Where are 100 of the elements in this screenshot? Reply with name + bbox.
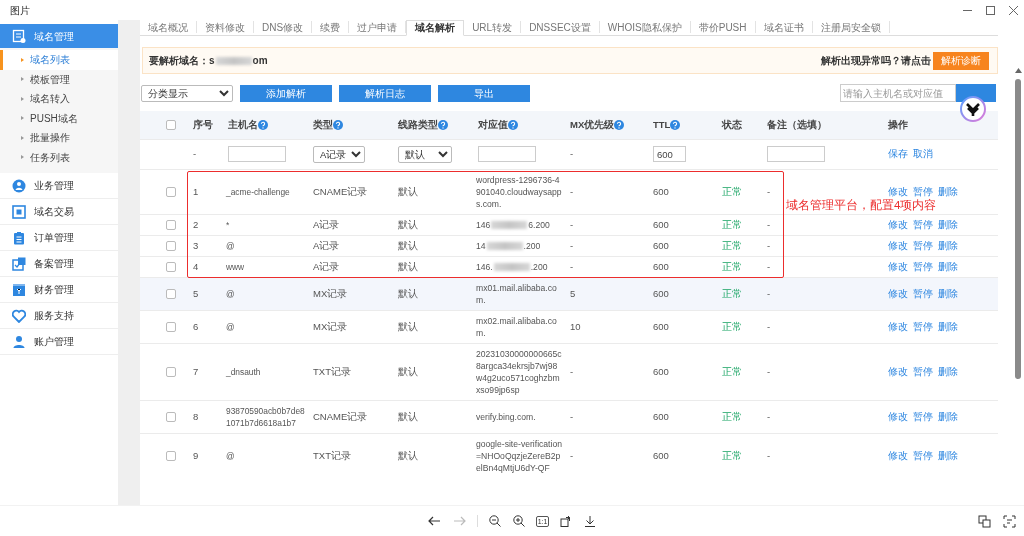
action-button[interactable]: 导出 [438, 84, 530, 102]
table-cell: 5 [570, 287, 576, 299]
help-icon[interactable] [614, 120, 625, 131]
action-link[interactable]: 修改 [888, 449, 908, 461]
checkbox[interactable] [166, 262, 176, 272]
help-icon[interactable] [508, 120, 518, 131]
action-link[interactable]: 删除 [938, 320, 958, 332]
close-icon[interactable] [1009, 5, 1018, 15]
checkbox[interactable] [166, 289, 176, 299]
tab[interactable]: 域名证书 [755, 21, 813, 33]
action-link[interactable]: 删除 [938, 239, 958, 251]
action-link[interactable]: 暂停 [913, 239, 933, 251]
action-link[interactable]: 取消 [913, 148, 933, 159]
input-field[interactable] [228, 146, 286, 162]
table-cell: 默认 [398, 410, 418, 422]
table-cell: - [570, 218, 574, 230]
dropdown[interactable]: A记录 [313, 145, 365, 163]
action-link[interactable]: 保存 [888, 148, 908, 159]
action-link[interactable]: 删除 [938, 449, 958, 461]
tab[interactable]: 资料修改 [197, 21, 254, 33]
action-link[interactable]: 修改 [888, 287, 908, 299]
action-link[interactable]: 暂停 [913, 449, 933, 461]
tab[interactable]: URL转发 [464, 21, 522, 33]
diagnose-button[interactable]: 解析诊断 [933, 51, 989, 70]
back-arrow-icon[interactable] [427, 516, 441, 526]
checkbox[interactable] [166, 322, 176, 332]
checkbox[interactable] [166, 220, 176, 230]
action-link[interactable]: 暂停 [913, 185, 933, 197]
action-link[interactable]: 修改 [888, 365, 908, 377]
submenu-item[interactable]: 模板管理 [0, 69, 118, 89]
table-cell: 93870590acb0b7de81071b7d6618a1b7 [226, 405, 305, 428]
tab[interactable]: DNS修改 [254, 21, 313, 33]
table-cell: A记录 [313, 218, 340, 230]
action-button[interactable]: 解析日志 [339, 84, 431, 102]
action-link[interactable]: 修改 [888, 410, 908, 422]
checkbox[interactable] [166, 367, 176, 377]
action-link[interactable]: 暂停 [913, 260, 933, 272]
zoom-in-icon[interactable] [512, 515, 525, 527]
menu-item[interactable]: 域名交易 [0, 199, 118, 225]
action-link[interactable]: 暂停 [913, 365, 933, 377]
table-cell: @ [226, 321, 235, 332]
action-link[interactable]: 修改 [888, 218, 908, 230]
checkbox[interactable] [166, 451, 176, 461]
action-link[interactable]: 暂停 [913, 320, 933, 332]
action-link[interactable]: 删除 [938, 365, 958, 377]
submenu-item[interactable]: 域名列表 [0, 50, 118, 70]
menu-item[interactable]: 业务管理 [0, 173, 118, 199]
action-link[interactable]: 删除 [938, 185, 958, 197]
action-link[interactable]: 暂停 [913, 287, 933, 299]
help-icon[interactable] [333, 120, 343, 131]
input-field[interactable] [767, 146, 825, 162]
tab[interactable]: 带价PUSH [690, 21, 756, 33]
search-field[interactable]: 请输入主机名或对应值 [840, 84, 956, 102]
download-icon[interactable] [584, 515, 597, 527]
filter-select[interactable]: 分类显示 [141, 84, 233, 102]
action-link[interactable]: 暂停 [913, 218, 933, 230]
tab[interactable]: WHOIS隐私保护 [599, 21, 691, 33]
input-field[interactable]: 600 [653, 146, 686, 162]
menu-header[interactable]: 域名管理 [0, 24, 118, 48]
rotate-icon[interactable] [560, 515, 573, 527]
dropdown[interactable]: 默认 [398, 145, 452, 163]
scrollbar-thumb[interactable] [1015, 79, 1021, 379]
maximize-icon[interactable] [986, 5, 995, 15]
menu-item[interactable]: 订单管理 [0, 225, 118, 251]
tab[interactable]: 续费 [312, 21, 350, 33]
menu-item[interactable]: 财务管理 [0, 277, 118, 303]
tab[interactable]: 域名概况 [140, 21, 197, 33]
menu-item[interactable]: 备案管理 [0, 251, 118, 277]
action-link[interactable]: 修改 [888, 320, 908, 332]
checkbox[interactable] [166, 187, 176, 197]
scroll-up-icon[interactable] [1014, 68, 1022, 73]
zoom-out-icon[interactable] [488, 515, 501, 527]
tab[interactable]: DNSSEC设置 [521, 21, 600, 33]
action-link[interactable]: 修改 [888, 185, 908, 197]
table-cell: 600 [653, 260, 669, 272]
action-button[interactable]: 添加解析 [240, 84, 332, 102]
submenu-item[interactable]: 批量操作 [0, 128, 118, 148]
column-header: MX优先级 [570, 118, 615, 130]
table-cell: - [767, 410, 771, 422]
help-icon[interactable] [258, 120, 268, 131]
action-link[interactable]: 修改 [888, 260, 908, 272]
checkbox[interactable] [166, 412, 176, 422]
submenu-item[interactable]: 任务列表 [0, 147, 118, 167]
tab[interactable]: 注册局安全锁 [812, 21, 890, 33]
help-icon[interactable] [438, 120, 448, 131]
action-link[interactable]: 删除 [938, 218, 958, 230]
tab[interactable]: 域名解析 [406, 20, 465, 36]
action-link[interactable]: 删除 [938, 410, 958, 422]
checkbox[interactable] [166, 241, 176, 251]
action-link[interactable]: 删除 [938, 260, 958, 272]
action-link[interactable]: 删除 [938, 287, 958, 299]
text-recognition-icon[interactable] [1003, 514, 1016, 528]
help-icon[interactable] [670, 120, 681, 131]
action-link[interactable]: 暂停 [913, 410, 933, 422]
input-field[interactable] [478, 146, 536, 162]
action-link[interactable]: 修改 [888, 239, 908, 251]
checkbox[interactable] [166, 120, 176, 131]
submenu-item[interactable]: 域名转入 [0, 89, 118, 109]
table-cell: _acme-challenge [226, 186, 290, 197]
submenu-item[interactable]: PUSH域名 [0, 108, 118, 128]
